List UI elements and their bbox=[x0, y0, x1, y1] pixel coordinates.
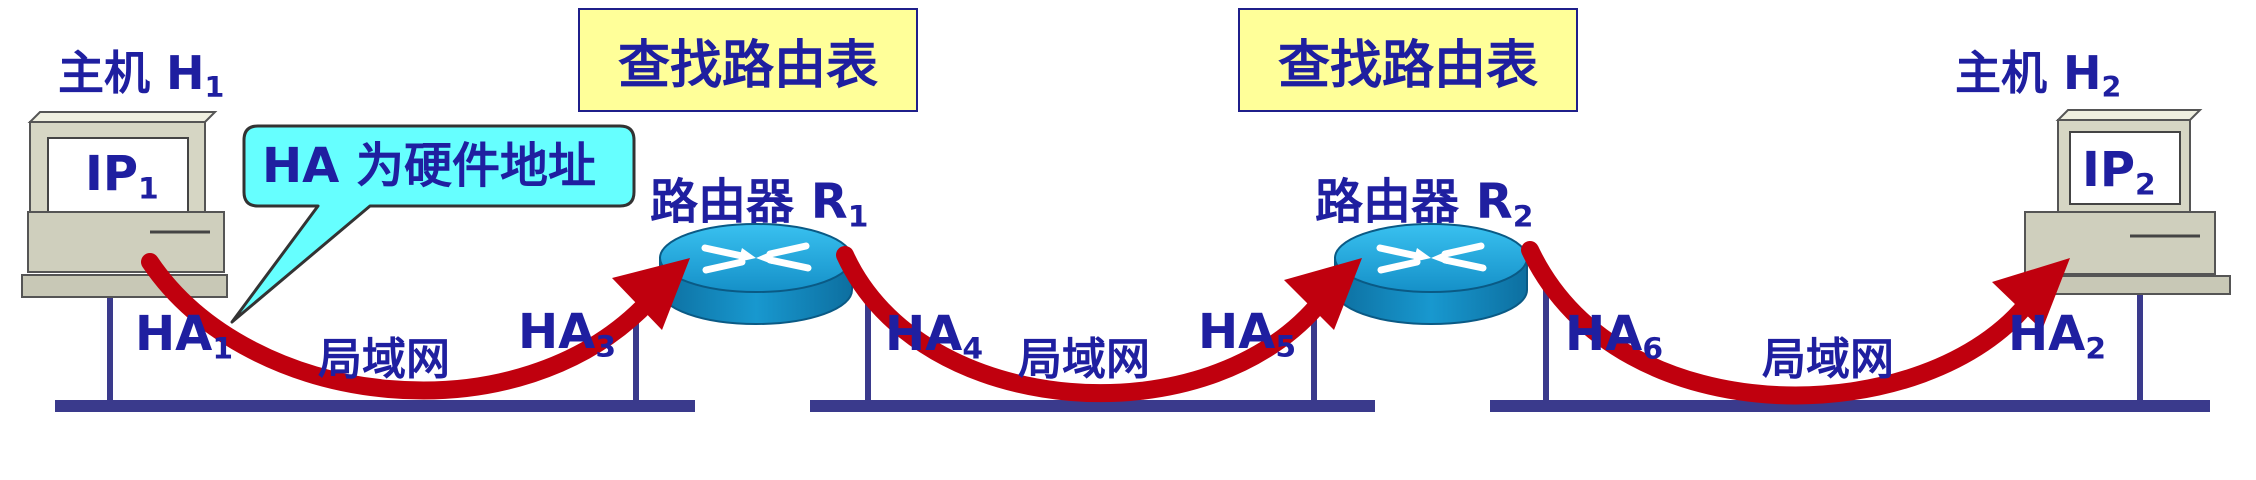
lan-label-1: 局域网 bbox=[318, 334, 450, 385]
callout-text: HA 为硬件地址 bbox=[262, 138, 597, 194]
lan-label-2: 局域网 bbox=[1018, 334, 1150, 385]
host-h1-ip-label: IP1 bbox=[85, 146, 159, 207]
network-diagram: 查找路由表 查找路由表 主机 H1 主机 H2 IP1 IP2 HA 为硬件地址… bbox=[0, 0, 2256, 480]
routing-table-lookup-box-1: 查找路由表 bbox=[578, 8, 918, 112]
host-h2-ip-label: IP2 bbox=[2082, 142, 2156, 203]
hardware-address-ha6: HA6 bbox=[1565, 306, 1664, 367]
router-icon-r1 bbox=[659, 223, 853, 325]
hardware-address-ha2: HA2 bbox=[2008, 306, 2107, 367]
router-icon-r2 bbox=[1334, 223, 1528, 325]
host-h2-label: 主机 H2 bbox=[1955, 46, 2122, 104]
routing-table-lookup-label: 查找路由表 bbox=[617, 35, 878, 96]
hardware-address-ha5: HA5 bbox=[1198, 304, 1297, 365]
router-r1-label: 路由器 R1 bbox=[650, 174, 869, 235]
diagram-graphics bbox=[21, 109, 2231, 412]
computer-icon-h1 bbox=[21, 111, 228, 298]
lan-label-3: 局域网 bbox=[1762, 334, 1894, 385]
router-r2-label: 路由器 R2 bbox=[1315, 174, 1534, 235]
hardware-address-ha4: HA4 bbox=[885, 306, 984, 367]
host-h1-label: 主机 H1 bbox=[58, 46, 225, 104]
hardware-address-ha1: HA1 bbox=[135, 306, 234, 367]
routing-table-lookup-box-2: 查找路由表 bbox=[1238, 8, 1578, 112]
hardware-address-ha3: HA3 bbox=[518, 304, 617, 365]
routing-table-lookup-label: 查找路由表 bbox=[1277, 35, 1538, 96]
